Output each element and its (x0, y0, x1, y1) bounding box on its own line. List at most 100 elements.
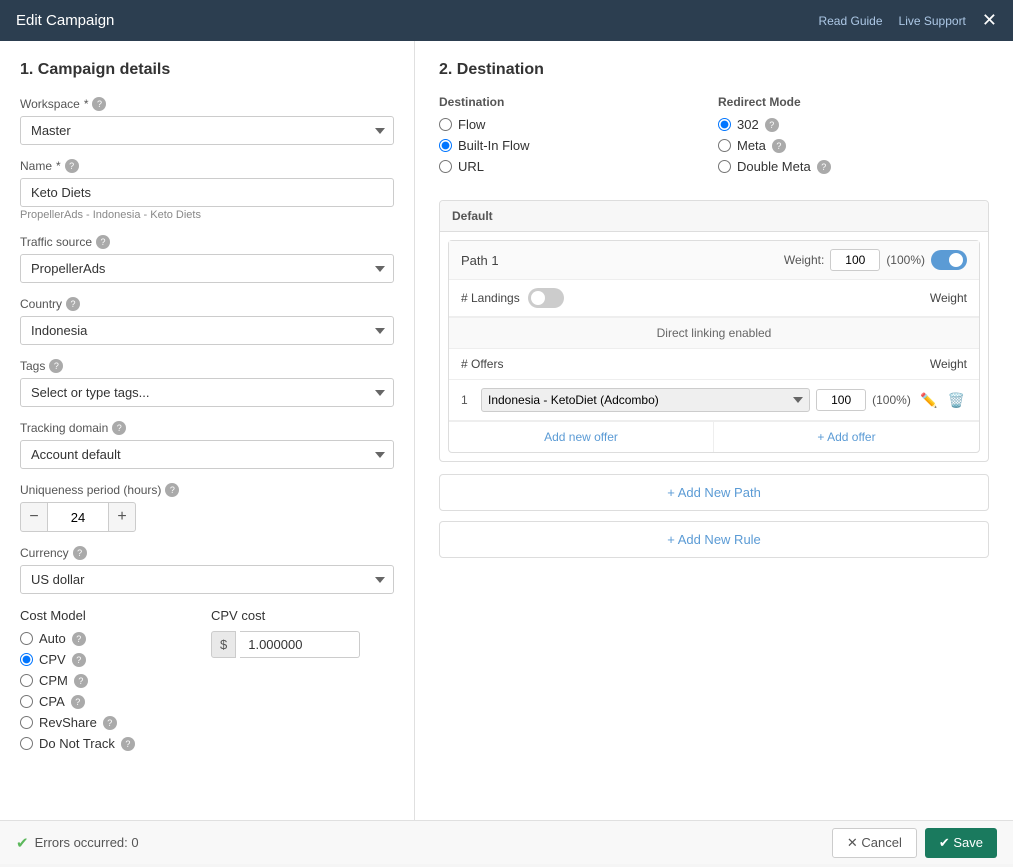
cpa-help-icon[interactable]: ? (71, 695, 85, 709)
uniqueness-input[interactable] (48, 502, 108, 532)
dest-flow-radio[interactable] (439, 118, 452, 131)
dest-options: Destination Flow Built-In Flow URL Redir… (439, 95, 989, 180)
cpm-help-icon[interactable]: ? (74, 674, 88, 688)
cost-model-section: Cost Model Auto ? CPV ? (20, 608, 394, 751)
cost-model-donottrack-radio[interactable] (20, 737, 33, 750)
traffic-source-group: Traffic source ? PropellerAds (20, 235, 394, 283)
name-group: Name* ? PropellerAds - Indonesia - Keto … (20, 159, 394, 221)
add-links: Add new offer + Add offer (449, 421, 979, 452)
cost-model-auto-radio[interactable] (20, 632, 33, 645)
redirect-meta-radio[interactable] (718, 139, 731, 152)
cpv-cost-input[interactable] (240, 631, 360, 658)
landings-header: # Landings Weight (449, 280, 979, 317)
landings-title: # Landings (461, 291, 520, 305)
landings-toggle[interactable] (528, 288, 564, 308)
dest-flow[interactable]: Flow (439, 117, 710, 132)
dest-builtin-flow[interactable]: Built-In Flow (439, 138, 710, 153)
path-header: Path 1 Weight: (100%) (449, 241, 979, 280)
offer-select[interactable]: Indonesia - KetoDiet (Adcombo) (481, 388, 810, 412)
offer-edit-button[interactable]: ✏️ (918, 390, 939, 411)
offer-weight-input[interactable] (816, 389, 866, 411)
cpv-help-icon[interactable]: ? (72, 653, 86, 667)
offer-pct: (100%) (872, 393, 912, 407)
donottrack-help-icon[interactable]: ? (121, 737, 135, 751)
add-new-rule-button[interactable]: + Add New Rule (439, 521, 989, 558)
left-panel: 1. Campaign details Workspace* ? Master … (0, 41, 415, 820)
cpv-input-group: $ (211, 631, 394, 658)
error-text: Errors occurred: 0 (35, 835, 139, 850)
workspace-help-icon[interactable]: ? (92, 97, 106, 111)
name-hint: PropellerAds - Indonesia - Keto Diets (20, 209, 394, 221)
redirect-meta[interactable]: Meta ? (718, 138, 989, 153)
redirect-meta-help-icon[interactable]: ? (772, 139, 786, 153)
offers-title: # Offers (461, 357, 503, 371)
offer-row: 1 Indonesia - KetoDiet (Adcombo) (100%) … (449, 380, 979, 421)
redirect-302-help-icon[interactable]: ? (765, 118, 779, 132)
tags-help-icon[interactable]: ? (49, 359, 63, 373)
footer-actions: ✕ Cancel ✔ Save (832, 828, 997, 858)
tracking-domain-group: Tracking domain ? Account default (20, 421, 394, 469)
country-select[interactable]: Indonesia (20, 316, 394, 345)
add-new-offer-link[interactable]: Add new offer (449, 422, 714, 452)
tracking-domain-label: Tracking domain ? (20, 421, 394, 435)
country-help-icon[interactable]: ? (66, 297, 80, 311)
workspace-select[interactable]: Master (20, 116, 394, 145)
uniqueness-increment-button[interactable]: + (108, 502, 136, 532)
cost-model-cpa[interactable]: CPA ? (20, 694, 203, 709)
redirect-double-meta-help-icon[interactable]: ? (817, 160, 831, 174)
auto-help-icon[interactable]: ? (72, 632, 86, 646)
path-toggle[interactable] (931, 250, 967, 270)
cpv-cost-label: CPV cost (211, 608, 394, 623)
dest-url[interactable]: URL (439, 159, 710, 174)
path-title: Path 1 (461, 253, 499, 268)
read-guide-link[interactable]: Read Guide (818, 14, 882, 28)
live-support-link[interactable]: Live Support (899, 14, 966, 28)
tags-label: Tags ? (20, 359, 394, 373)
name-help-icon[interactable]: ? (65, 159, 79, 173)
save-button[interactable]: ✔ Save (925, 828, 997, 858)
cost-model-cpm[interactable]: CPM ? (20, 673, 203, 688)
offers-header: # Offers Weight (449, 349, 979, 380)
tracking-domain-select[interactable]: Account default (20, 440, 394, 469)
redirect-double-meta-radio[interactable] (718, 160, 731, 173)
cost-model-cpm-radio[interactable] (20, 674, 33, 687)
revshare-help-icon[interactable]: ? (103, 716, 117, 730)
add-offer-link[interactable]: + Add offer (714, 422, 979, 452)
cost-model-label: Cost Model (20, 608, 203, 623)
add-new-path-button[interactable]: + Add New Path (439, 474, 989, 511)
destination-col: Destination Flow Built-In Flow URL (439, 95, 710, 180)
right-panel: 2. Destination Destination Flow Built-In… (415, 41, 1013, 820)
name-input[interactable] (20, 178, 394, 207)
offer-delete-button[interactable]: 🗑️ (946, 390, 967, 411)
redirect-double-meta[interactable]: Double Meta ? (718, 159, 989, 174)
currency-select[interactable]: US dollar (20, 565, 394, 594)
path-weight-input[interactable] (830, 249, 880, 271)
tracking-domain-help-icon[interactable]: ? (112, 421, 126, 435)
error-icon: ✔ (16, 834, 29, 852)
uniqueness-decrement-button[interactable]: − (20, 502, 48, 532)
tags-select[interactable]: Select or type tags... (20, 378, 394, 407)
close-button[interactable]: ✕ (982, 10, 997, 31)
redirect-302[interactable]: 302 ? (718, 117, 989, 132)
dest-builtin-flow-radio[interactable] (439, 139, 452, 152)
error-message: ✔ Errors occurred: 0 (16, 834, 139, 852)
cost-model-revshare-radio[interactable] (20, 716, 33, 729)
cost-model-cpv-radio[interactable] (20, 653, 33, 666)
dest-url-radio[interactable] (439, 160, 452, 173)
traffic-source-select[interactable]: PropellerAds (20, 254, 394, 283)
redirect-302-radio[interactable] (718, 118, 731, 131)
cost-model-auto[interactable]: Auto ? (20, 631, 203, 646)
cost-model-revshare[interactable]: RevShare ? (20, 715, 203, 730)
uniqueness-period-help-icon[interactable]: ? (165, 483, 179, 497)
traffic-source-help-icon[interactable]: ? (96, 235, 110, 249)
cost-model-cpa-radio[interactable] (20, 695, 33, 708)
modal-title: Edit Campaign (16, 12, 114, 29)
cancel-button[interactable]: ✕ Cancel (832, 828, 917, 858)
workspace-label: Workspace* ? (20, 97, 394, 111)
tags-group: Tags ? Select or type tags... (20, 359, 394, 407)
cost-model-donottrack[interactable]: Do Not Track ? (20, 736, 203, 751)
uniqueness-period-label: Uniqueness period (hours) ? (20, 483, 394, 497)
cost-model-cpv[interactable]: CPV ? (20, 652, 203, 667)
currency-help-icon[interactable]: ? (73, 546, 87, 560)
cpv-cost-col: CPV cost $ (211, 608, 394, 658)
